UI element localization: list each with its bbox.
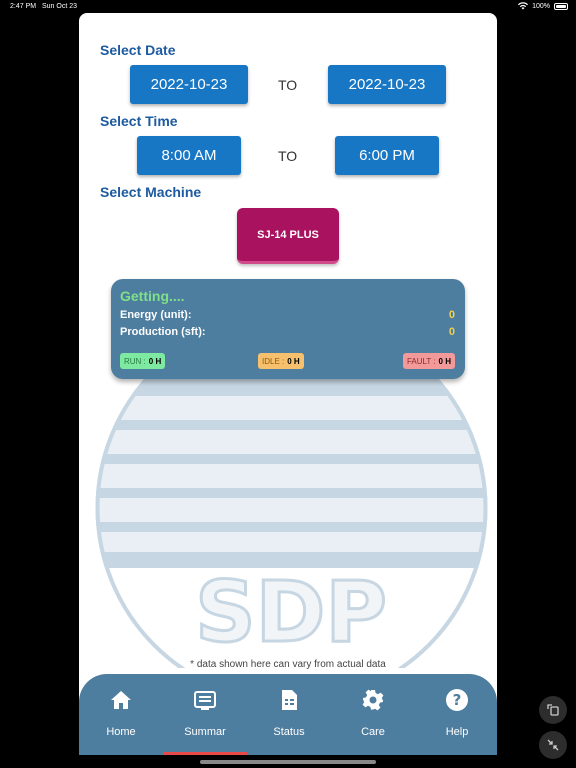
fault-badge: FAULT : 0 H (402, 353, 455, 369)
machine-button[interactable]: SJ-14 PLUS (237, 208, 339, 264)
to-time-button[interactable]: 6:00 PM (335, 136, 439, 175)
svg-text:?: ? (453, 691, 462, 709)
from-date-button[interactable]: 2022-10-23 (130, 65, 248, 104)
tab-care-label: Care (361, 726, 385, 738)
select-machine-label: Select Machine (100, 184, 202, 200)
idle-badge: IDLE : 0 H (258, 353, 304, 369)
run-label: RUN : (124, 356, 146, 366)
tab-home-label: Home (106, 726, 136, 738)
select-date-label: Select Date (100, 42, 176, 58)
run-badge: RUN : 0 H (120, 353, 166, 369)
minimize-window-button[interactable] (539, 731, 567, 759)
tab-help-label: Help (445, 726, 469, 738)
disclaimer-footnote: * data shown here can vary from actual d… (190, 659, 386, 670)
battery-icon (554, 2, 568, 10)
summary-icon (194, 691, 216, 710)
status-time: 2:47 PM (10, 3, 37, 10)
energy-value: 0 (448, 309, 455, 321)
fault-label: FAULT : (406, 356, 436, 366)
gear-icon (362, 689, 384, 711)
tab-status-label: Status (273, 726, 305, 738)
summary-card-title: Getting.... (120, 288, 185, 304)
to-date-button[interactable]: 2022-10-23 (328, 65, 446, 104)
status-date: Sun Oct 23 (42, 3, 78, 10)
app-sheet: Select Date 2022-10-23 TO 2022-10-23 Sel… (79, 13, 497, 755)
shrink-icon (547, 739, 559, 751)
sdp-logo-text: SDP (195, 563, 387, 661)
home-icon (111, 691, 131, 709)
wifi-icon (518, 2, 529, 10)
tab-summary-label: Summar (184, 726, 226, 738)
tab-summary[interactable]: Summar (163, 674, 247, 755)
time-to-label: TO (278, 148, 298, 164)
sdp-logo-watermark: SDP (95, 368, 488, 668)
rotate-window-button[interactable] (539, 696, 567, 724)
status-icon (282, 690, 297, 710)
tab-home[interactable]: Home (79, 674, 163, 755)
status-right: 100% (518, 2, 568, 10)
from-time-button[interactable]: 8:00 AM (137, 136, 241, 175)
home-indicator (200, 760, 376, 764)
tab-help[interactable]: ? Help (415, 674, 497, 755)
fault-value: 0 H (438, 356, 451, 366)
tab-status[interactable]: Status (247, 674, 331, 755)
help-icon: ? (446, 689, 468, 711)
active-tab-indicator (163, 752, 247, 755)
bottom-tab-bar: Home Summar Status Care ? Help (79, 674, 497, 755)
summary-card: Getting.... Energy (unit): 0 Production … (111, 279, 465, 379)
run-value: 0 H (148, 356, 162, 366)
battery-percent: 100% (532, 2, 550, 10)
idle-label: IDLE : (262, 356, 285, 366)
tab-care[interactable]: Care (331, 674, 415, 755)
date-to-label: TO (278, 77, 298, 93)
idle-value: 0 H (287, 356, 300, 366)
status-bar: 2:47 PM Sun Oct 23 100% (0, 0, 576, 14)
energy-label: Energy (unit): (120, 309, 192, 321)
rotate-icon (547, 704, 559, 716)
production-label: Production (sft): (120, 326, 206, 338)
select-time-label: Select Time (100, 113, 178, 129)
production-value: 0 (448, 326, 455, 338)
